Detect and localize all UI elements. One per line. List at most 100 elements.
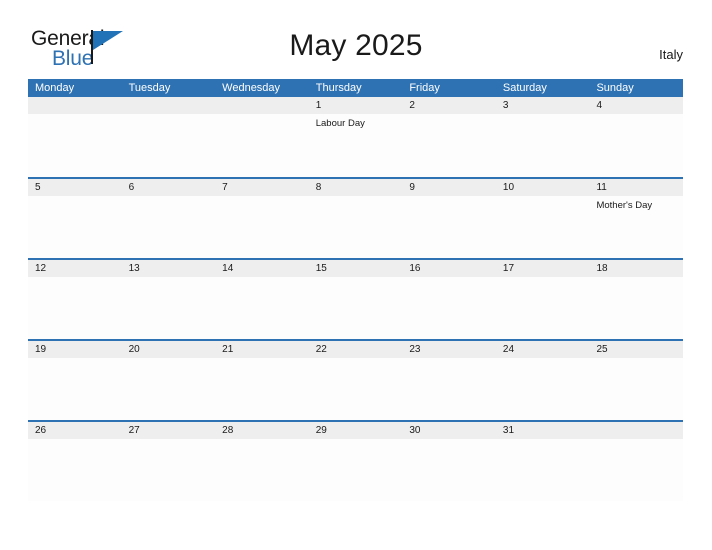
calendar-day-cell[interactable]: 9 (402, 179, 496, 258)
weekday-header-row: Monday Tuesday Wednesday Thursday Friday… (28, 79, 683, 97)
calendar-week-row: 19 20 21 22 23 24 25 (28, 339, 684, 420)
weekday-header-thursday: Thursday (315, 82, 362, 94)
calendar-day-cell[interactable]: 26 (28, 422, 122, 501)
day-number: 23 (409, 344, 421, 355)
calendar-day-cell[interactable]: 8 (308, 179, 403, 258)
calendar-day-cell[interactable]: 14 (215, 260, 309, 339)
day-number-band (308, 97, 403, 114)
calendar-week-row: 5 6 7 8 9 10 11 Mother's Day (28, 177, 684, 258)
day-number: 13 (128, 263, 140, 274)
day-number: 16 (409, 263, 421, 274)
weekday-header-wednesday: Wednesday (222, 82, 281, 94)
calendar-day-cell[interactable]: 15 (308, 260, 403, 339)
calendar-day-cell[interactable]: 11 Mother's Day (589, 179, 684, 258)
day-number-band (28, 179, 122, 196)
calendar-day-cell[interactable]: 19 (28, 341, 122, 420)
weekday-header-tuesday: Tuesday (128, 82, 171, 94)
day-number: 17 (502, 263, 515, 274)
calendar-week-row: 12 13 14 15 16 17 18 (28, 258, 684, 339)
page-header: General Blue May 2025 Italy (0, 0, 712, 78)
day-number-band (121, 97, 216, 114)
day-number: 6 (128, 182, 135, 193)
day-number: 19 (35, 344, 47, 355)
day-number: 26 (35, 425, 47, 436)
calendar-day-cell[interactable]: 10 (495, 179, 590, 258)
day-number-band (589, 97, 684, 114)
day-number-band (495, 97, 590, 114)
calendar-day-cell[interactable]: 4 (589, 97, 684, 177)
weekday-header-monday: Monday (35, 82, 75, 94)
day-number: 22 (315, 344, 327, 355)
calendar-day-cell[interactable]: 12 (28, 260, 122, 339)
day-number: 31 (502, 425, 515, 436)
calendar-day-cell[interactable]: 25 (589, 341, 684, 420)
calendar-day-cell[interactable]: 22 (308, 341, 403, 420)
day-number-band (215, 179, 309, 196)
calendar-day-cell-empty[interactable] (589, 422, 684, 501)
calendar-day-cell[interactable]: 5 (28, 179, 122, 258)
weekday-header-sunday: Sunday (596, 82, 634, 94)
calendar-grid: Monday Tuesday Wednesday Thursday Friday… (28, 79, 684, 501)
calendar-weeks: 1 Labour Day 2 3 4 5 6 7 8 9 10 11 Mother's Day 12 13 1… (28, 97, 684, 501)
calendar-day-cell[interactable]: 28 (215, 422, 309, 501)
calendar-day-cell[interactable]: 3 (495, 97, 590, 177)
calendar-day-cell[interactable]: 24 (495, 341, 590, 420)
day-number: 7 (222, 182, 228, 193)
day-number: 24 (502, 344, 515, 355)
day-number: 3 (502, 100, 509, 111)
calendar-day-cell[interactable]: 27 (121, 422, 216, 501)
day-number: 5 (35, 182, 41, 193)
calendar-day-cell[interactable]: 31 (495, 422, 590, 501)
event-label: Mother's Day (596, 200, 653, 211)
day-number: 27 (128, 425, 140, 436)
calendar-day-cell[interactable]: 30 (402, 422, 496, 501)
calendar-day-cell[interactable]: 6 (121, 179, 216, 258)
day-number: 20 (128, 344, 140, 355)
day-number: 18 (596, 263, 608, 274)
calendar-day-cell-empty[interactable] (215, 97, 309, 177)
page-title: May 2025 (289, 29, 423, 62)
weekday-header-saturday: Saturday (502, 82, 547, 94)
country-label: Italy (659, 47, 683, 62)
day-number-band (121, 179, 216, 196)
day-number: 25 (596, 344, 608, 355)
calendar-day-cell[interactable]: 2 (402, 97, 496, 177)
calendar-day-cell[interactable]: 21 (215, 341, 309, 420)
calendar-day-cell-empty[interactable] (121, 97, 216, 177)
calendar-week-row: 1 Labour Day 2 3 4 (28, 97, 684, 177)
day-number: 28 (222, 425, 234, 436)
day-number: 4 (596, 100, 603, 111)
event-label: Labour Day (315, 118, 365, 129)
calendar-day-cell[interactable]: 1 Labour Day (308, 97, 403, 177)
calendar-day-cell[interactable]: 16 (402, 260, 496, 339)
day-number: 9 (409, 182, 415, 193)
calendar-day-cell-empty[interactable] (28, 97, 122, 177)
day-number: 2 (409, 100, 415, 111)
day-number: 14 (222, 263, 234, 274)
day-number: 21 (222, 344, 234, 355)
day-number: 29 (315, 425, 327, 436)
day-number: 11 (596, 182, 607, 193)
calendar-week-row: 26 27 28 29 30 31 (28, 420, 684, 501)
calendar-day-cell[interactable]: 18 (589, 260, 684, 339)
calendar-day-cell[interactable]: 20 (121, 341, 216, 420)
day-events: Mother's Day (596, 199, 680, 212)
calendar-day-cell[interactable]: 17 (495, 260, 590, 339)
day-number-band (402, 97, 496, 114)
calendar-day-cell[interactable]: 29 (308, 422, 403, 501)
day-number-band (308, 179, 403, 196)
day-number: 8 (315, 182, 322, 193)
day-number-band (589, 422, 684, 439)
weekday-header-friday: Friday (409, 82, 440, 94)
day-events: Labour Day (316, 117, 400, 130)
day-number: 30 (409, 425, 421, 436)
day-number-band (215, 97, 309, 114)
calendar-day-cell[interactable]: 7 (215, 179, 309, 258)
day-number: 15 (315, 263, 327, 274)
day-number-band (402, 179, 496, 196)
calendar-day-cell[interactable]: 13 (121, 260, 216, 339)
day-number: 12 (35, 263, 47, 274)
day-number: 1 (315, 100, 322, 111)
calendar-day-cell[interactable]: 23 (402, 341, 496, 420)
day-number-band (28, 97, 122, 114)
